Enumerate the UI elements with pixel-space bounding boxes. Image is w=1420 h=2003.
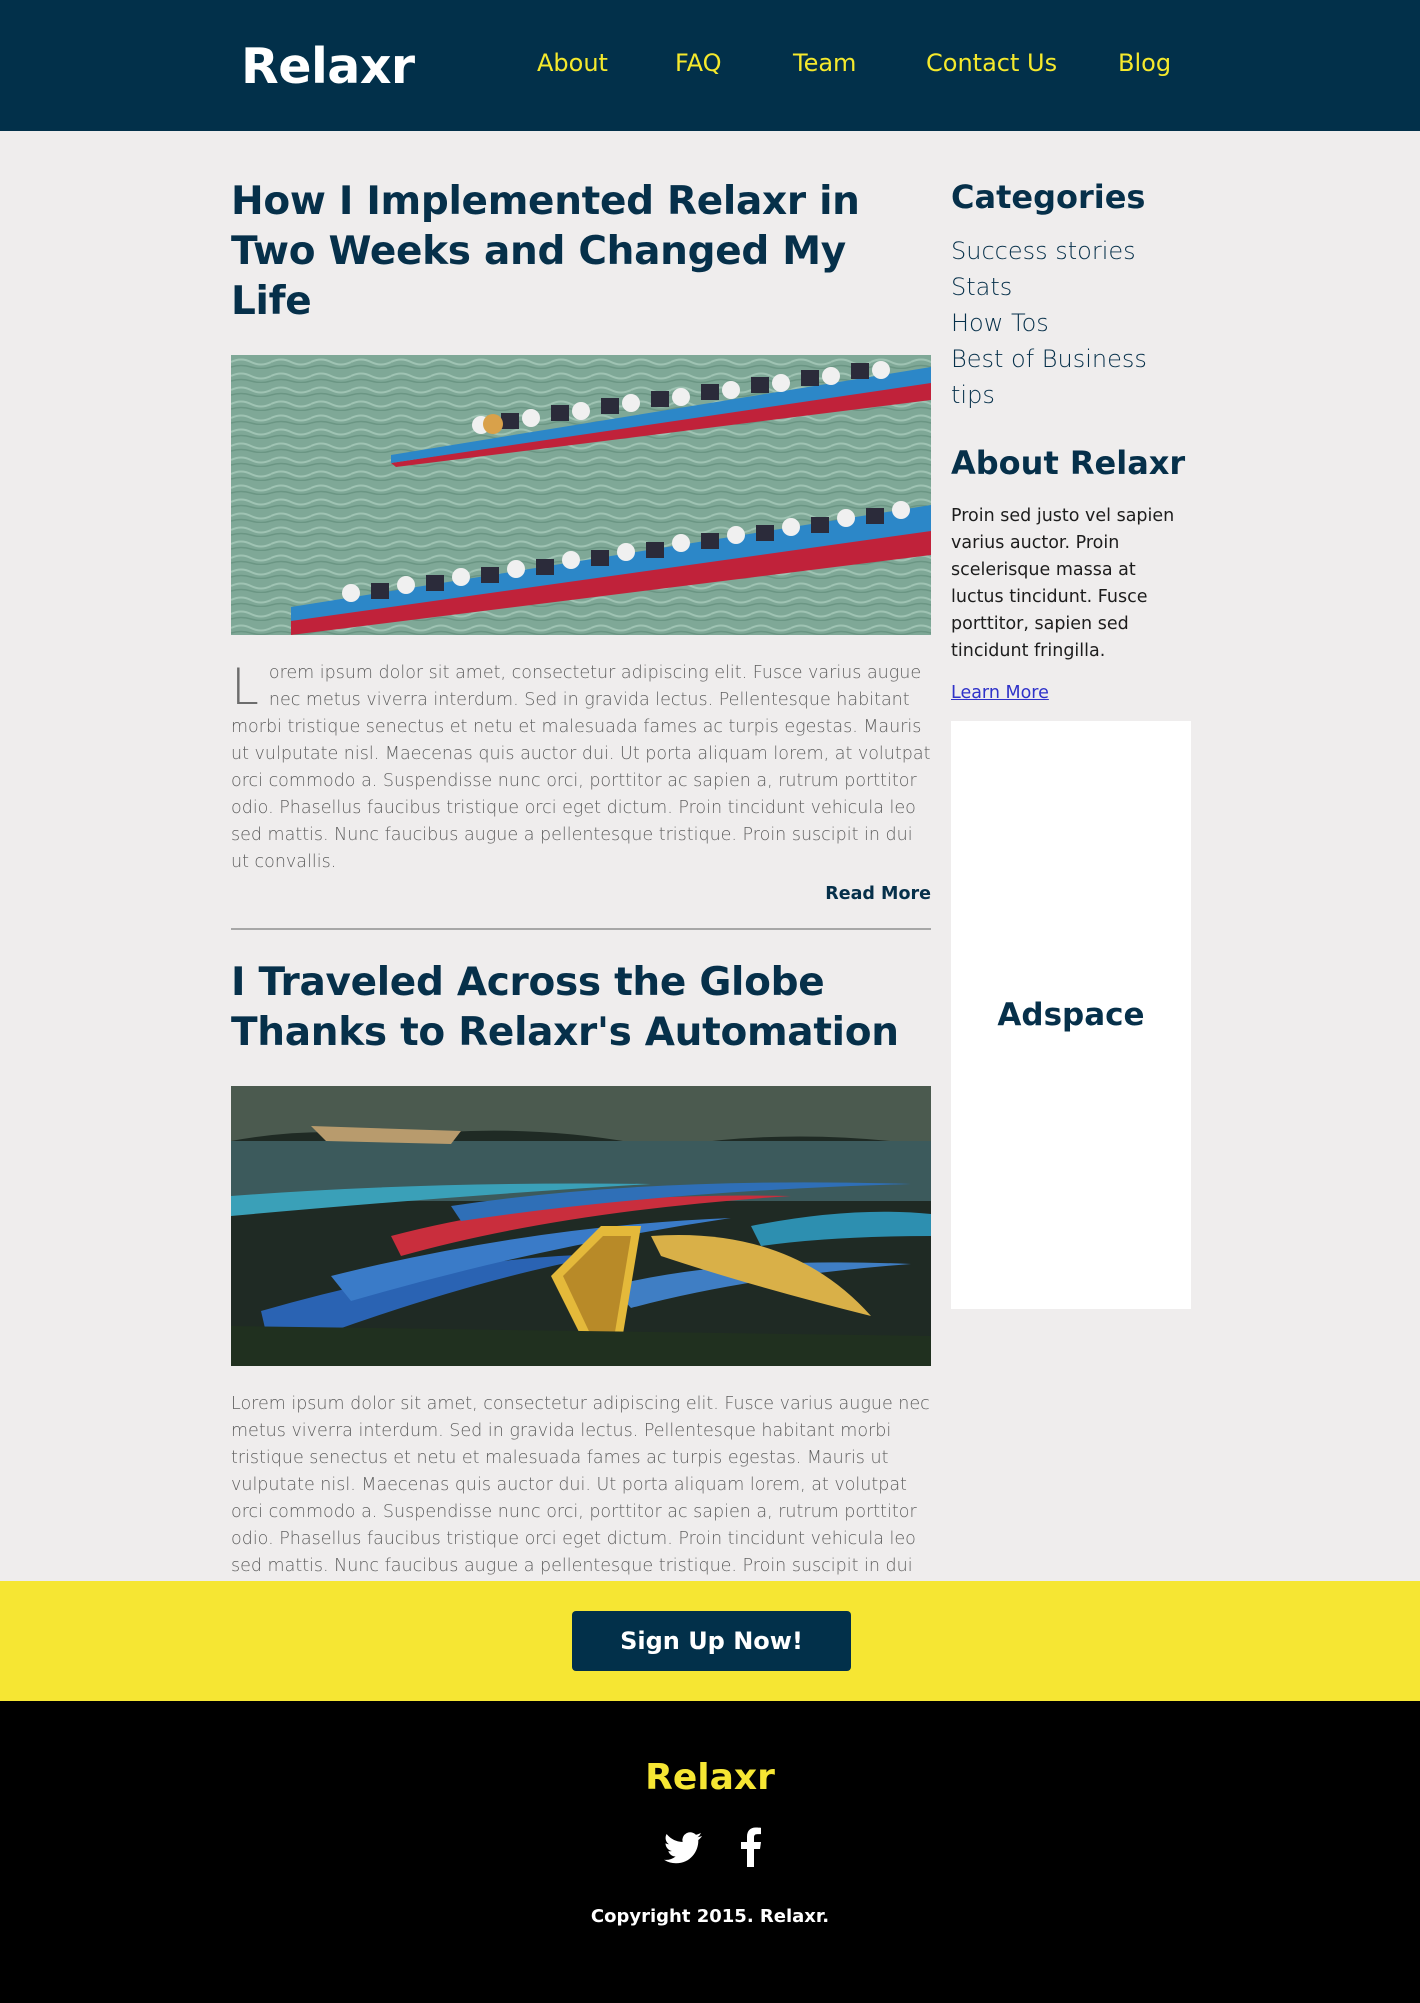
drop-cap: L (231, 658, 259, 716)
dragon-boat-race-image (231, 355, 931, 635)
category-how-tos[interactable]: How Tos (951, 305, 1191, 341)
nav-link-faq[interactable]: FAQ (675, 49, 722, 77)
copyright-text: Copyright 2015. Relaxr. (590, 1906, 830, 1927)
blog-post: How I Implemented Relaxr in Two Weeks an… (231, 177, 931, 930)
signup-banner: Sign Up Now! (0, 1581, 1420, 1701)
sidebar: Categories Success stories Stats How Tos… (951, 177, 1191, 1309)
nav-link-contact[interactable]: Contact Us (926, 49, 1057, 77)
blog-post: I Traveled Across the Globe Thanks to Re… (231, 958, 931, 1633)
main-nav: About FAQ Team Contact Us Blog (0, 49, 1420, 83)
learn-more-link[interactable]: Learn More (951, 683, 1049, 703)
post-divider (231, 928, 931, 930)
twitter-icon[interactable] (662, 1825, 706, 1869)
site-footer: Relaxr Copyright 2015. Relaxr. (0, 1701, 1420, 2003)
main-area: How I Implemented Relaxr in Two Weeks an… (0, 131, 1420, 1633)
post-title[interactable]: I Traveled Across the Globe Thanks to Re… (231, 958, 931, 1058)
category-stats[interactable]: Stats (951, 269, 1191, 305)
footer-logo[interactable]: Relaxr (0, 1757, 1420, 1798)
about-heading: About Relaxr (951, 444, 1186, 482)
nav-link-about[interactable]: About (537, 49, 608, 77)
categories-list: Success stories Stats How Tos Best of Bu… (951, 233, 1191, 413)
signup-button[interactable]: Sign Up Now! (572, 1611, 851, 1671)
nav-link-team[interactable]: Team (793, 49, 856, 77)
about-text: Proin sed justo vel sapien varius auctor… (951, 506, 1175, 661)
category-business-tips[interactable]: Best of Business tips (951, 341, 1191, 413)
facebook-icon[interactable] (729, 1825, 773, 1869)
post-excerpt-text: orem ipsum dolor sit amet, consectetur a… (231, 663, 931, 872)
post-excerpt: Lorem ipsum dolor sit amet, consectetur … (231, 660, 931, 876)
blog-posts: How I Implemented Relaxr in Two Weeks an… (231, 177, 931, 1633)
adspace-label: Adspace (997, 997, 1145, 1033)
colorful-boats-lake-image (231, 1086, 931, 1366)
adspace-box[interactable]: Adspace (951, 721, 1191, 1309)
site-header: Relaxr About FAQ Team Contact Us Blog (0, 0, 1420, 131)
post-title[interactable]: How I Implemented Relaxr in Two Weeks an… (231, 177, 931, 327)
nav-link-blog[interactable]: Blog (1118, 49, 1171, 77)
categories-heading: Categories (951, 178, 1146, 216)
category-success-stories[interactable]: Success stories (951, 233, 1191, 269)
read-more-link[interactable]: Read More (231, 884, 931, 904)
social-links (0, 1825, 1420, 1869)
post-excerpt: Lorem ipsum dolor sit amet, consectetur … (231, 1394, 930, 1603)
